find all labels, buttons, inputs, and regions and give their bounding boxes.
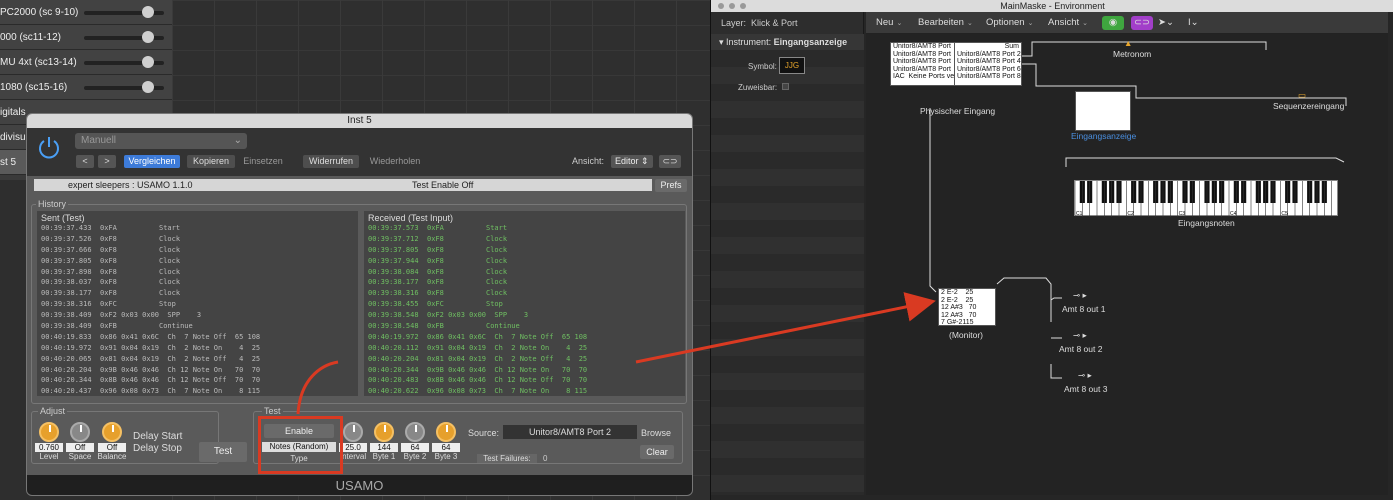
annotation-overlay — [296, 292, 936, 415]
annotation-curve — [296, 360, 339, 415]
annotation-arrow — [635, 292, 936, 364]
annotation-highlight — [258, 416, 343, 474]
